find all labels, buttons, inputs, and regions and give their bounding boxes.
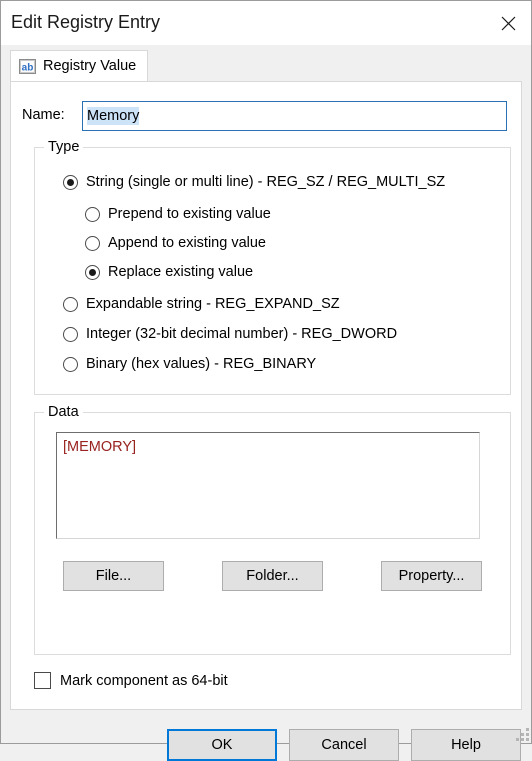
data-textarea-value: [MEMORY]: [63, 439, 137, 455]
mark-64bit-checkbox-indicator: [34, 672, 51, 689]
type-groupbox: Type String (single or multi line) - REG…: [34, 139, 511, 395]
type-groupbox-title: Type: [44, 139, 84, 155]
edit-registry-entry-dialog: Edit Registry Entry ab Registry Value Na…: [0, 0, 532, 761]
name-label: Name:: [22, 107, 65, 123]
resize-grip[interactable]: [516, 728, 529, 741]
window-title: Edit Registry Entry: [11, 12, 161, 32]
radio-replace-label: Replace existing value: [108, 264, 254, 280]
name-input-value: Memory: [87, 107, 140, 125]
radio-integer[interactable]: Integer (32-bit decimal number) - REG_DW…: [63, 326, 397, 342]
radio-binary-indicator: [63, 356, 78, 372]
radio-string-indicator: [63, 174, 78, 190]
tab-registry-value[interactable]: ab Registry Value: [10, 50, 149, 81]
tab-label: Registry Value: [43, 58, 137, 74]
cancel-button[interactable]: Cancel: [289, 729, 399, 761]
name-input[interactable]: Memory: [82, 101, 507, 131]
property-button[interactable]: Property...: [381, 561, 482, 591]
radio-string[interactable]: String (single or multi line) - REG_SZ /…: [63, 174, 445, 190]
help-button[interactable]: Help: [411, 729, 521, 761]
radio-replace[interactable]: Replace existing value: [85, 264, 253, 280]
radio-expandable-string-label: Expandable string - REG_EXPAND_SZ: [86, 296, 340, 312]
data-groupbox: Data [MEMORY] File... Folder... Property…: [34, 404, 511, 655]
close-icon: [501, 16, 515, 30]
radio-append-indicator: [85, 235, 100, 251]
dialog-footer: OK Cancel Help: [1, 710, 531, 761]
radio-prepend-label: Prepend to existing value: [108, 206, 271, 222]
radio-integer-indicator: [63, 326, 78, 342]
title-bar: Edit Registry Entry: [1, 1, 531, 45]
tab-page-registry-value: Name: Memory Type String (single or mult…: [10, 81, 522, 710]
file-button[interactable]: File...: [63, 561, 164, 591]
close-button[interactable]: [485, 1, 531, 45]
svg-text:ab: ab: [22, 62, 34, 73]
ab-string-icon: ab: [19, 58, 36, 74]
name-row: Name: Memory: [22, 101, 507, 131]
radio-integer-label: Integer (32-bit decimal number) - REG_DW…: [86, 326, 398, 342]
radio-prepend[interactable]: Prepend to existing value: [85, 206, 271, 222]
radio-append[interactable]: Append to existing value: [85, 235, 266, 251]
radio-append-label: Append to existing value: [108, 235, 266, 251]
radio-expandable-string-indicator: [63, 296, 78, 312]
radio-expandable-string[interactable]: Expandable string - REG_EXPAND_SZ: [63, 296, 340, 312]
radio-binary[interactable]: Binary (hex values) - REG_BINARY: [63, 356, 316, 372]
mark-64bit-label: Mark component as 64-bit: [60, 672, 228, 689]
mark-64bit-checkbox[interactable]: Mark component as 64-bit: [34, 672, 228, 689]
tab-strip: ab Registry Value: [10, 50, 522, 81]
radio-replace-indicator: [85, 264, 100, 280]
data-groupbox-title: Data: [44, 404, 83, 420]
radio-prepend-indicator: [85, 206, 100, 222]
folder-button[interactable]: Folder...: [222, 561, 323, 591]
ok-button[interactable]: OK: [167, 729, 277, 761]
radio-string-label: String (single or multi line) - REG_SZ /…: [86, 174, 446, 190]
data-textarea[interactable]: [MEMORY]: [56, 432, 480, 539]
radio-binary-label: Binary (hex values) - REG_BINARY: [86, 356, 317, 372]
